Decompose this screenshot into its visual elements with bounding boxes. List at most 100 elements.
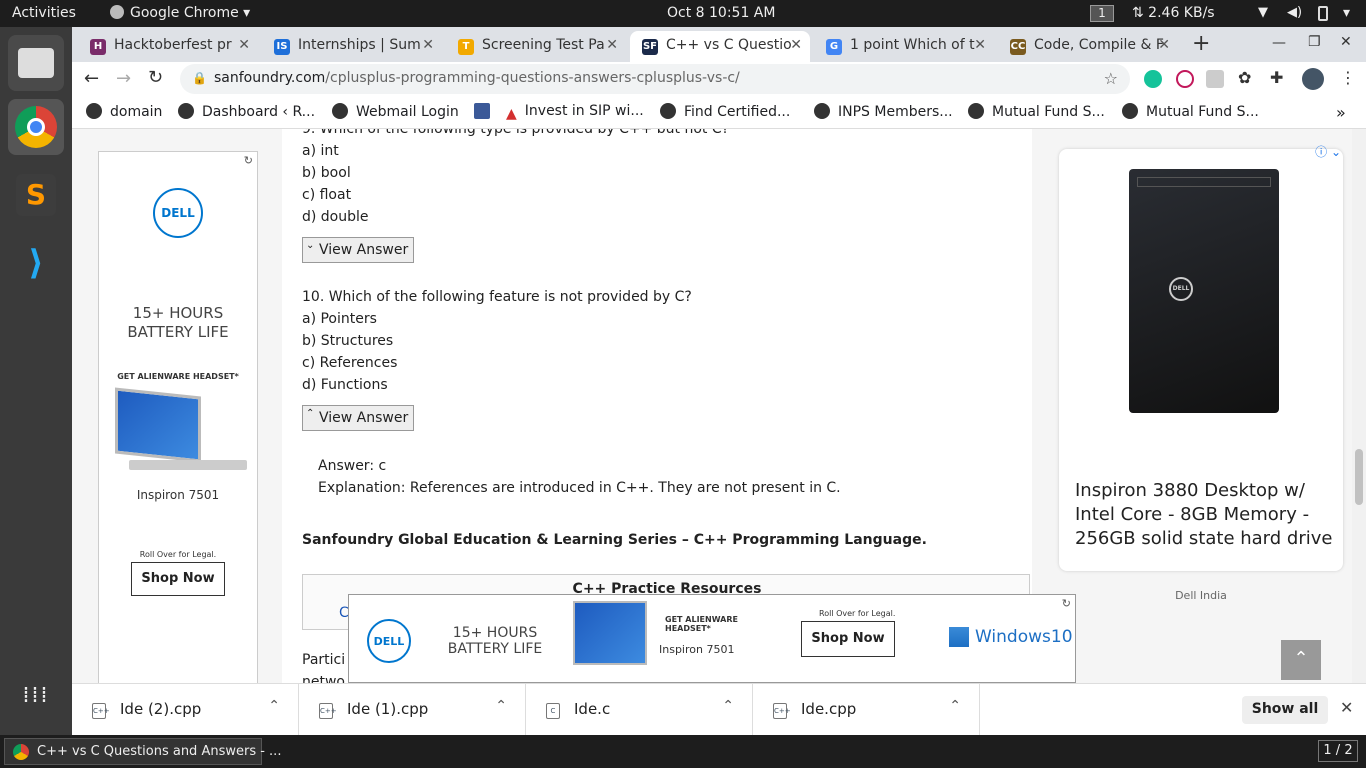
chevron-up-icon[interactable]: ⌃ [722,698,734,714]
volume-icon[interactable]: ◀) [1287,5,1302,20]
tab-google-search[interactable]: G1 point Which of t ✕ [814,31,994,62]
extension-icon[interactable] [1176,70,1194,88]
close-tab-icon[interactable]: ✕ [238,37,250,53]
q10-option-b: b) Structures [302,333,394,349]
chevron-up-icon: ⌃ [306,408,315,419]
files-icon[interactable] [8,35,64,91]
battery-icon[interactable] [1318,6,1328,21]
workspace-pager[interactable]: 1 / 2 [1318,740,1358,762]
taskbar: C++ vs C Questions and Answers - ... 1 /… [0,735,1366,768]
download-item[interactable]: C++ Ide (2).cpp ⌃ [72,684,299,736]
power-menu-icon[interactable]: ▾ [1343,5,1350,21]
bookmark-item[interactable]: Webmail Login [332,103,459,120]
chevron-up-icon[interactable]: ⌃ [495,698,507,714]
bookmark-item[interactable]: domain [86,103,162,120]
view-answer-button-q9[interactable]: ⌄ View Answer [302,237,414,263]
show-applications-icon[interactable]: ⁞⁞⁞ [8,667,64,723]
bookmark-item[interactable]: INPS Members... [814,103,953,120]
reload-button[interactable]: ↻ [148,67,163,88]
q9-option-b: b) bool [302,165,351,181]
download-item[interactable]: C Ide.c ⌃ [526,684,753,736]
cpp-file-icon: C++ [319,703,337,719]
show-all-downloads-button[interactable]: Show all [1242,696,1328,724]
close-tab-icon[interactable]: ✕ [1158,37,1170,53]
tab-cpp-vs-c[interactable]: SF C++ vs C Questio ✕ [630,31,810,62]
back-button[interactable]: ← [84,68,99,89]
app-menu[interactable]: Google Chrome ▾ [110,5,250,21]
chrome-menu-icon[interactable]: ⋮ [1340,68,1356,87]
downloads-bar: C++ Ide (2).cpp ⌃ C++ Ide (1).cpp ⌃ C Ide.c ⌃ … [72,683,1366,736]
close-tab-icon[interactable]: ✕ [790,37,802,53]
bookmark-item[interactable] [474,103,498,120]
globe-icon [814,103,830,119]
shop-now-button[interactable]: Shop Now [801,621,895,657]
scroll-to-top-button[interactable]: ⌃ [1281,640,1321,680]
scrollbar[interactable] [1352,129,1366,683]
new-tab-button[interactable]: + [1192,31,1210,56]
browser-toolbar: ← → ↻ 🔒 sanfoundry.com/cplusplus-program… [72,62,1366,96]
network-text: netwo [302,674,345,683]
extension-icon[interactable]: ✿ [1238,68,1251,87]
tab-favicon: CC [1010,39,1026,55]
ad-right-title[interactable]: Inspiron 3880 Desktop w/ Intel Core - 8G… [1075,479,1335,551]
wifi-icon[interactable]: ▼ [1258,5,1268,20]
series-heading: Sanfoundry Global Education & Learning S… [302,532,927,548]
download-item[interactable]: C++ Ide.cpp ⌃ [753,684,980,736]
profile-avatar[interactable] [1302,68,1324,90]
dell-logo: DELL [367,619,411,663]
ad-right[interactable]: ⓘ ⌄ DELL Inspiron 3880 Desktop w/ Intel … [1059,145,1343,602]
question-9: 9. Which of the following type is provid… [302,129,730,137]
sublime-text-icon[interactable]: S [8,167,64,223]
ad-legal: Roll Over for Legal. [139,550,217,559]
explanation-text: Explanation: References are introduced i… [318,480,841,496]
ad-advertiser: Dell India [1175,589,1227,602]
download-item[interactable]: C++ Ide (1).cpp ⌃ [299,684,526,736]
chevron-up-icon[interactable]: ⌃ [949,698,961,714]
tab-internships[interactable]: IS Internships | Sum ✕ [262,31,442,62]
activities-button[interactable]: Activities [12,5,76,21]
bookmark-item[interactable]: Mutual Fund S... [1122,103,1259,120]
clock[interactable]: Oct 8 10:51 AM [667,5,775,21]
ad-refresh-icon[interactable]: ↻ [244,154,253,167]
workspace-indicator[interactable]: 1 [1090,5,1114,22]
minimize-button[interactable]: — [1272,35,1286,51]
chrome-icon[interactable] [8,99,64,155]
ad-line2: BATTERY LIFE [447,641,543,657]
c-file-icon: C [546,703,560,719]
adchoices-icon[interactable]: ⓘ ⌄ [1315,143,1341,160]
view-answer-button-q10[interactable]: ⌃ View Answer [302,405,414,431]
extension-icon[interactable] [1206,70,1224,88]
tab-screening-test[interactable]: T Screening Test Pa ✕ [446,31,626,62]
chevron-up-icon[interactable]: ⌃ [268,698,280,714]
tab-hacktoberfest[interactable]: H Hacktoberfest pr ✕ [78,31,258,62]
lock-icon: 🔒 [192,71,207,85]
ad-bottom[interactable]: ↻ DELL 15+ HOURS BATTERY LIFE GET ALIENW… [348,594,1076,683]
bookmark-item[interactable]: Find Certified... [660,103,790,120]
network-speed[interactable]: ⇅ 2.46 KB/s [1132,5,1215,21]
more-bookmarks-icon[interactable]: » [1336,103,1346,122]
bookmark-item[interactable]: Dashboard ‹ R... [178,103,315,120]
close-tab-icon[interactable]: ✕ [974,37,986,53]
tab-favicon: H [90,39,106,55]
taskbar-window-button[interactable]: C++ vs C Questions and Answers - ... [4,738,281,765]
forward-button[interactable]: → [116,68,131,89]
shop-now-button[interactable]: Shop Now [131,562,225,596]
close-tab-icon[interactable]: ✕ [606,37,618,53]
address-bar[interactable]: 🔒 sanfoundry.com/cplusplus-programming-q… [180,64,1130,94]
extensions-puzzle-icon[interactable]: ✚ [1270,68,1283,87]
top-bar: Activities Google Chrome ▾ Oct 8 10:51 A… [0,0,1366,27]
grammarly-extension-icon[interactable] [1144,70,1162,88]
chrome-small-icon [110,5,124,19]
close-downloads-icon[interactable]: ✕ [1340,698,1353,717]
bookmark-star-icon[interactable]: ☆ [1104,69,1118,88]
close-window-button[interactable]: ✕ [1340,34,1352,50]
bookmark-item[interactable]: Mutual Fund S... [968,103,1105,120]
vscode-icon[interactable]: ⟩ [8,235,64,291]
ad-refresh-icon[interactable]: ↻ [1062,597,1071,610]
tab-code-compile[interactable]: CC Code, Compile & F ✕ [998,31,1178,62]
close-tab-icon[interactable]: ✕ [422,37,434,53]
bookmark-item[interactable]: ▲ Invest in SIP wi... [506,103,644,122]
bookmarks-bar: domain Dashboard ‹ R... Webmail Login ▲ I… [72,96,1366,129]
ad-left[interactable]: ↻ DELL 15+ HOURS BATTERY LIFE GET ALIENW… [98,151,258,683]
restore-button[interactable]: ❐ [1308,34,1321,50]
